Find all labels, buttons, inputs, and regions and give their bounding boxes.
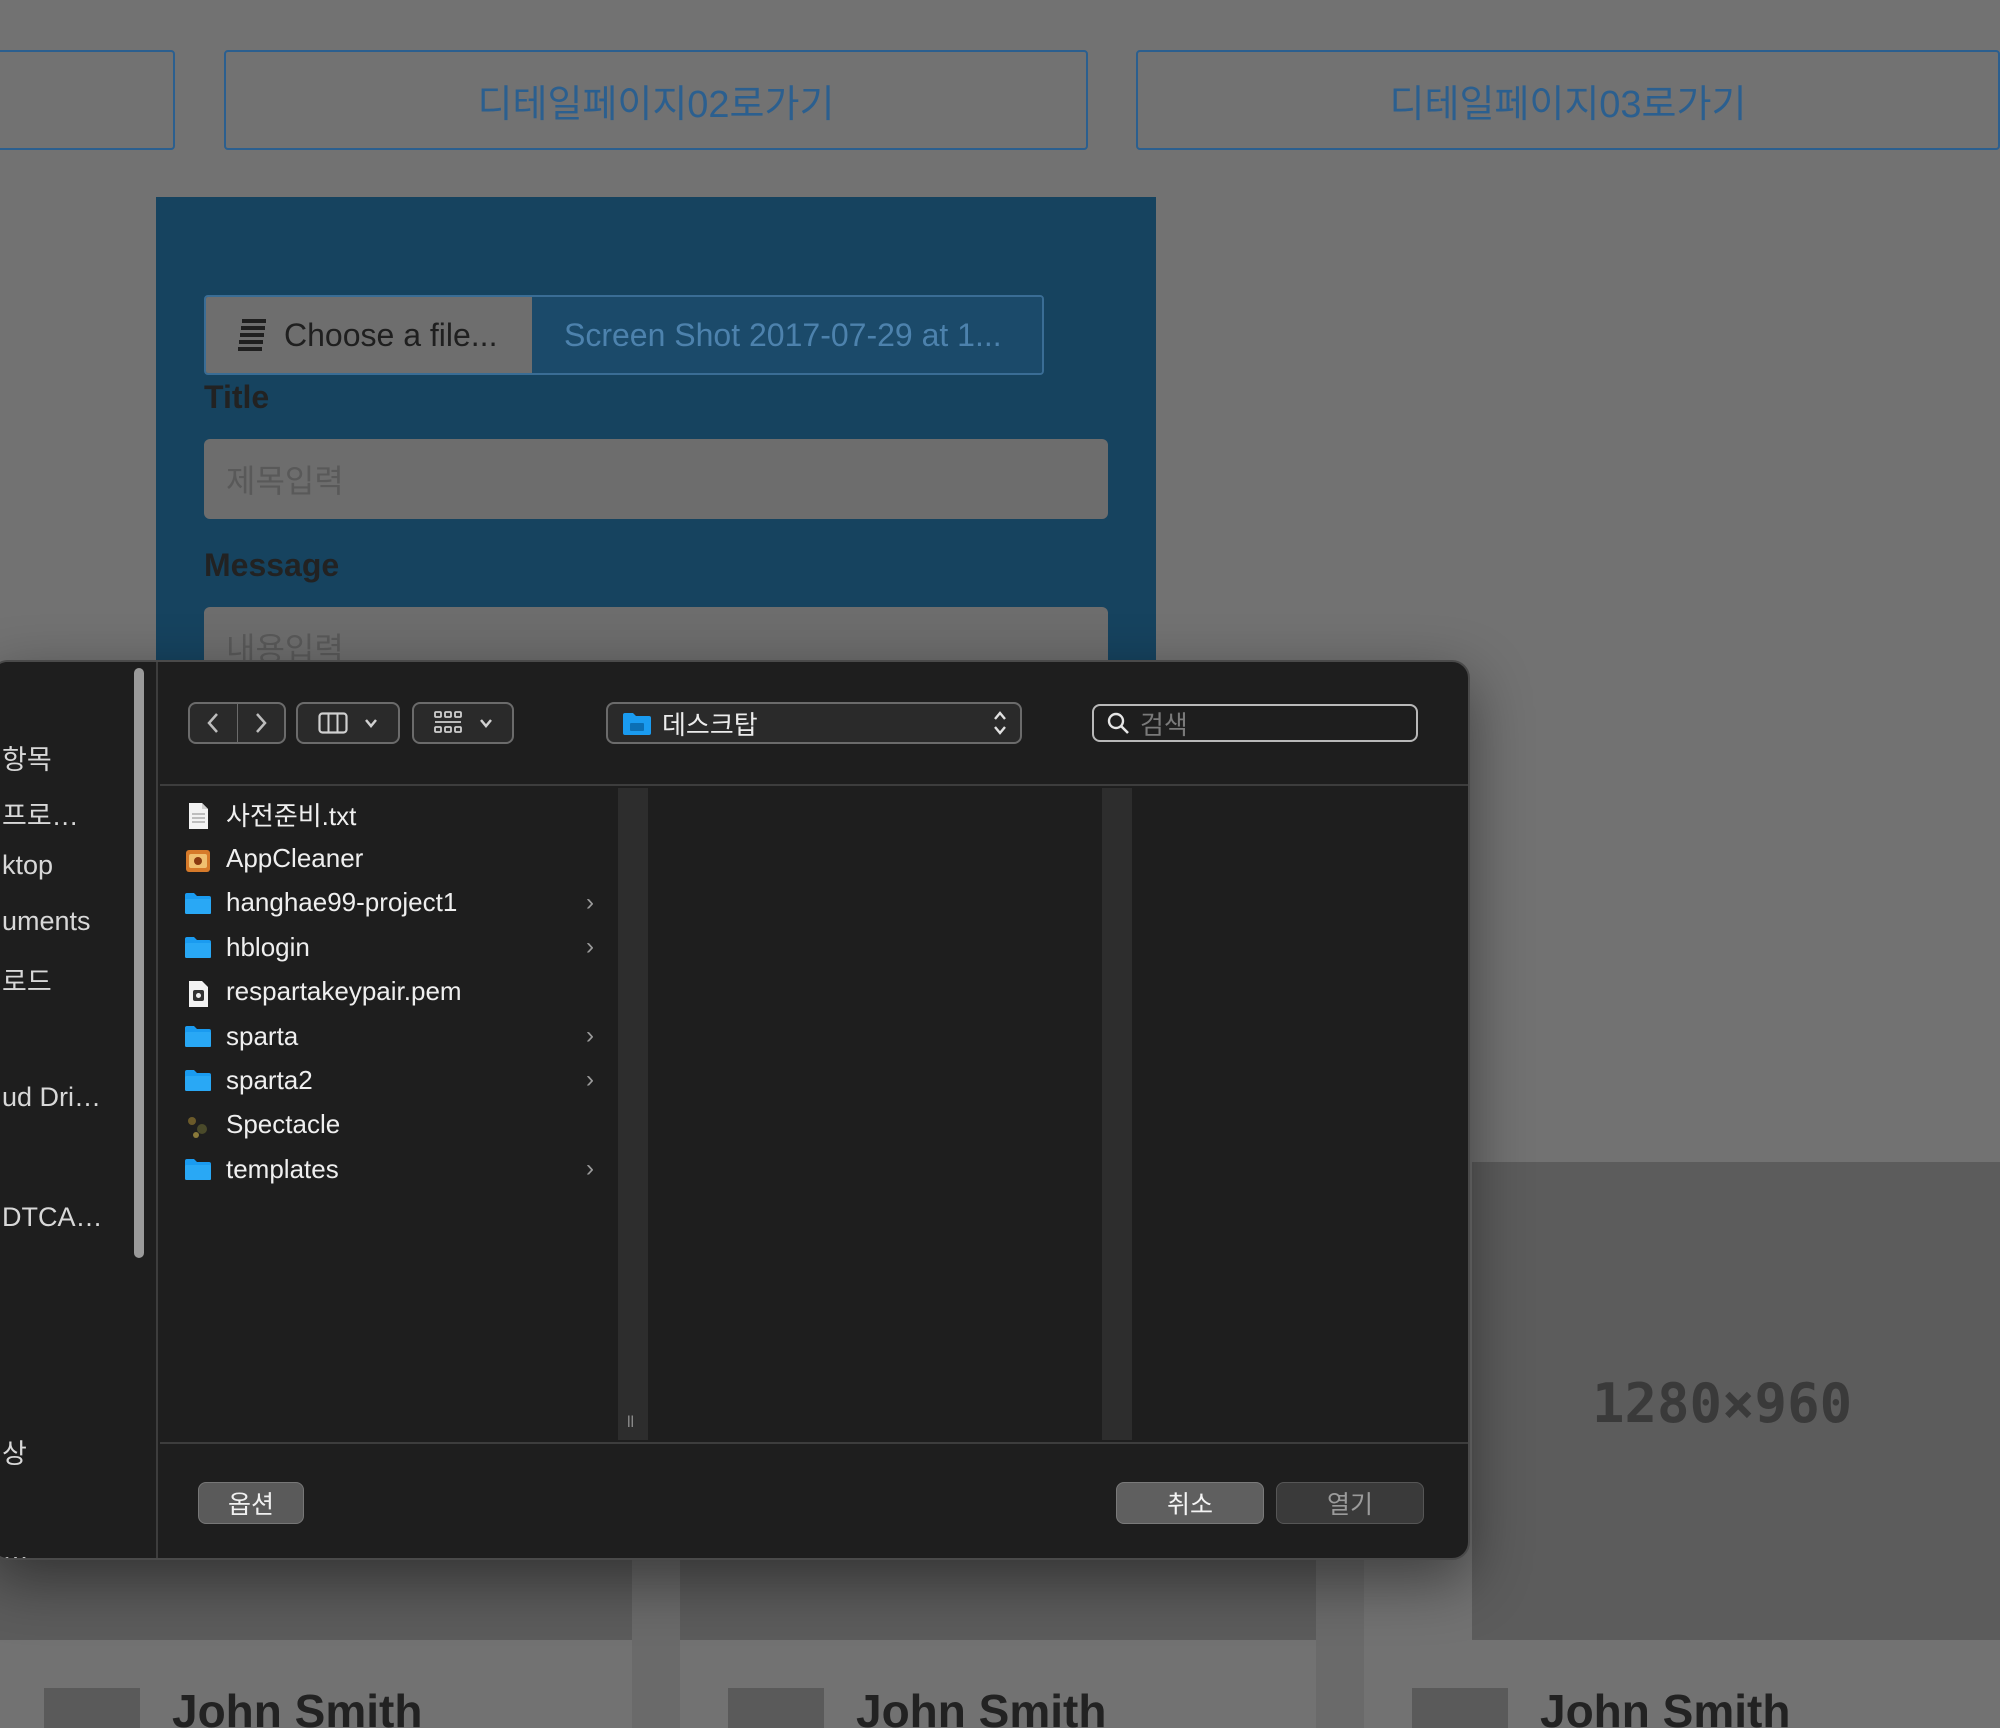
folder-icon xyxy=(184,1157,212,1181)
dialog-sidebar: 항목 프로… ktop uments 로드 ud Dri… DTCA… 상 … xyxy=(0,662,158,1558)
chevron-right-icon: › xyxy=(586,933,594,961)
search-icon xyxy=(1107,712,1129,734)
forward-chevron-icon[interactable] xyxy=(238,704,285,742)
message-label: Message xyxy=(204,547,340,583)
search-placeholder: 검색 xyxy=(1140,709,1188,740)
file-name: respartakeypair.pem xyxy=(226,976,462,1007)
detail-page-03-button[interactable]: 디테일페이지03로가기 xyxy=(1136,50,2000,150)
column-browser: 사전준비.txt AppCleaner hanghae99-project1 › hbl… xyxy=(160,788,1468,1440)
avatar xyxy=(44,1688,140,1728)
choose-file-label: Choose a file... xyxy=(284,316,498,353)
detail-page-02-button[interactable]: 디테일페이지02로가기 xyxy=(224,50,1088,150)
folder-row[interactable]: hblogin › xyxy=(184,927,604,967)
sidebar-item-location[interactable]: DTCA… xyxy=(2,1202,103,1233)
dialog-toolbar: 데스크탑 검색 xyxy=(160,662,1468,786)
search-field[interactable]: 검색 xyxy=(1092,704,1418,742)
sidebar-item-downloads[interactable]: 로드 xyxy=(2,960,52,999)
sidebar-item-documents[interactable]: uments xyxy=(2,906,91,937)
back-chevron-icon[interactable] xyxy=(190,704,238,742)
chevron-right-icon: › xyxy=(586,1022,594,1049)
up-down-chevron-icon xyxy=(994,711,1006,735)
chevron-down-icon xyxy=(365,719,377,728)
file-name: Spectacle xyxy=(226,1109,341,1140)
grid-view-icon xyxy=(434,711,462,733)
folder-icon xyxy=(184,1024,212,1048)
title-label: Title xyxy=(204,379,270,415)
chevron-right-icon: › xyxy=(586,1066,594,1094)
chevron-right-icon: › xyxy=(586,1155,594,1183)
options-button[interactable]: 옵션 xyxy=(198,1482,304,1524)
selected-file-name: Screen Shot 2017-07-29 at 1... xyxy=(532,297,1042,373)
sidebar-item-tag[interactable]: 상 xyxy=(2,1432,27,1471)
file-icon xyxy=(238,319,266,351)
sidebar-item-desktop[interactable]: ktop xyxy=(2,850,53,881)
card-author-name: John Smith xyxy=(1540,1685,1791,1728)
image-size-label: 1280×960 xyxy=(1592,1372,1853,1435)
nav-buttons xyxy=(188,702,286,744)
file-name: hblogin xyxy=(226,931,310,962)
certificate-file-icon xyxy=(184,980,212,1007)
file-name: 사전준비.txt xyxy=(226,800,357,831)
app-icon xyxy=(184,1113,212,1138)
folder-icon xyxy=(184,935,212,959)
sidebar-scrollbar[interactable] xyxy=(134,668,144,1258)
avatar xyxy=(1412,1688,1508,1728)
group-by-button[interactable] xyxy=(412,702,514,744)
file-row[interactable]: Spectacle xyxy=(184,1105,604,1145)
folder-icon xyxy=(184,1068,212,1092)
upload-form-panel: Choose a file... Screen Shot 2017-07-29 … xyxy=(156,197,1156,687)
file-name: AppCleaner xyxy=(226,842,364,873)
card-gutter xyxy=(632,1558,680,1728)
folder-row[interactable]: hanghae99-project1 › xyxy=(184,883,604,923)
file-column: 사전준비.txt AppCleaner hanghae99-project1 › hbl… xyxy=(160,788,618,1440)
sidebar-item-icloud-drive[interactable]: ud Dri… xyxy=(2,1082,101,1113)
folder-row[interactable]: templates › xyxy=(184,1149,604,1189)
sidebar-item-programs[interactable]: 프로… xyxy=(2,794,79,833)
file-name: templates xyxy=(226,1153,339,1184)
avatar xyxy=(728,1688,824,1728)
column-divider[interactable] xyxy=(1102,788,1132,1440)
location-label: 데스크탑 xyxy=(662,709,758,740)
card-author-name: John Smith xyxy=(856,1685,1107,1728)
view-mode-button[interactable] xyxy=(296,702,400,744)
column-divider[interactable]: ll xyxy=(618,788,648,1440)
card-author-name: John Smith xyxy=(172,1685,423,1728)
card-gutter xyxy=(1316,1558,1364,1728)
file-name: sparta xyxy=(226,1020,299,1051)
chevron-down-icon xyxy=(480,719,492,728)
file-row[interactable]: 사전준비.txt xyxy=(184,794,604,834)
file-row[interactable]: respartakeypair.pem xyxy=(184,972,604,1012)
folder-icon xyxy=(184,891,212,915)
text-file-icon xyxy=(184,802,212,829)
choose-file-button[interactable]: Choose a file... xyxy=(206,297,532,373)
folder-row[interactable]: sparta › xyxy=(184,1016,604,1056)
location-popup[interactable]: 데스크탑 xyxy=(606,702,1022,744)
folder-row[interactable]: sparta2 › xyxy=(184,1060,604,1100)
cancel-button[interactable]: 취소 xyxy=(1116,1482,1264,1524)
sidebar-item-recents[interactable]: 항목 xyxy=(2,738,52,777)
file-name: sparta2 xyxy=(226,1064,313,1095)
chevron-right-icon: › xyxy=(586,888,594,916)
file-name: hanghae99-project1 xyxy=(226,887,458,918)
open-button[interactable]: 열기 xyxy=(1276,1482,1424,1524)
title-input[interactable]: 제목입력 xyxy=(204,439,1108,519)
card-image-placeholder: 1280×960 xyxy=(1472,1162,2000,1640)
column-view-icon xyxy=(318,712,348,734)
card-image-bottom xyxy=(0,1558,632,1640)
dialog-footer: 옵션 취소 열기 xyxy=(160,1442,1468,1558)
app-icon xyxy=(184,846,212,873)
folder-icon xyxy=(623,713,651,735)
detail-page-01-button[interactable] xyxy=(0,50,175,150)
file-row[interactable]: AppCleaner xyxy=(184,838,604,878)
sidebar-item-more[interactable]: … xyxy=(2,1536,29,1558)
file-picker[interactable]: Choose a file... Screen Shot 2017-07-29 … xyxy=(204,295,1044,375)
card-image-bottom xyxy=(680,1558,1316,1640)
file-open-dialog: 항목 프로… ktop uments 로드 ud Dri… DTCA… 상 … xyxy=(0,660,1470,1560)
column-resize-handle[interactable]: ll xyxy=(627,1414,634,1432)
